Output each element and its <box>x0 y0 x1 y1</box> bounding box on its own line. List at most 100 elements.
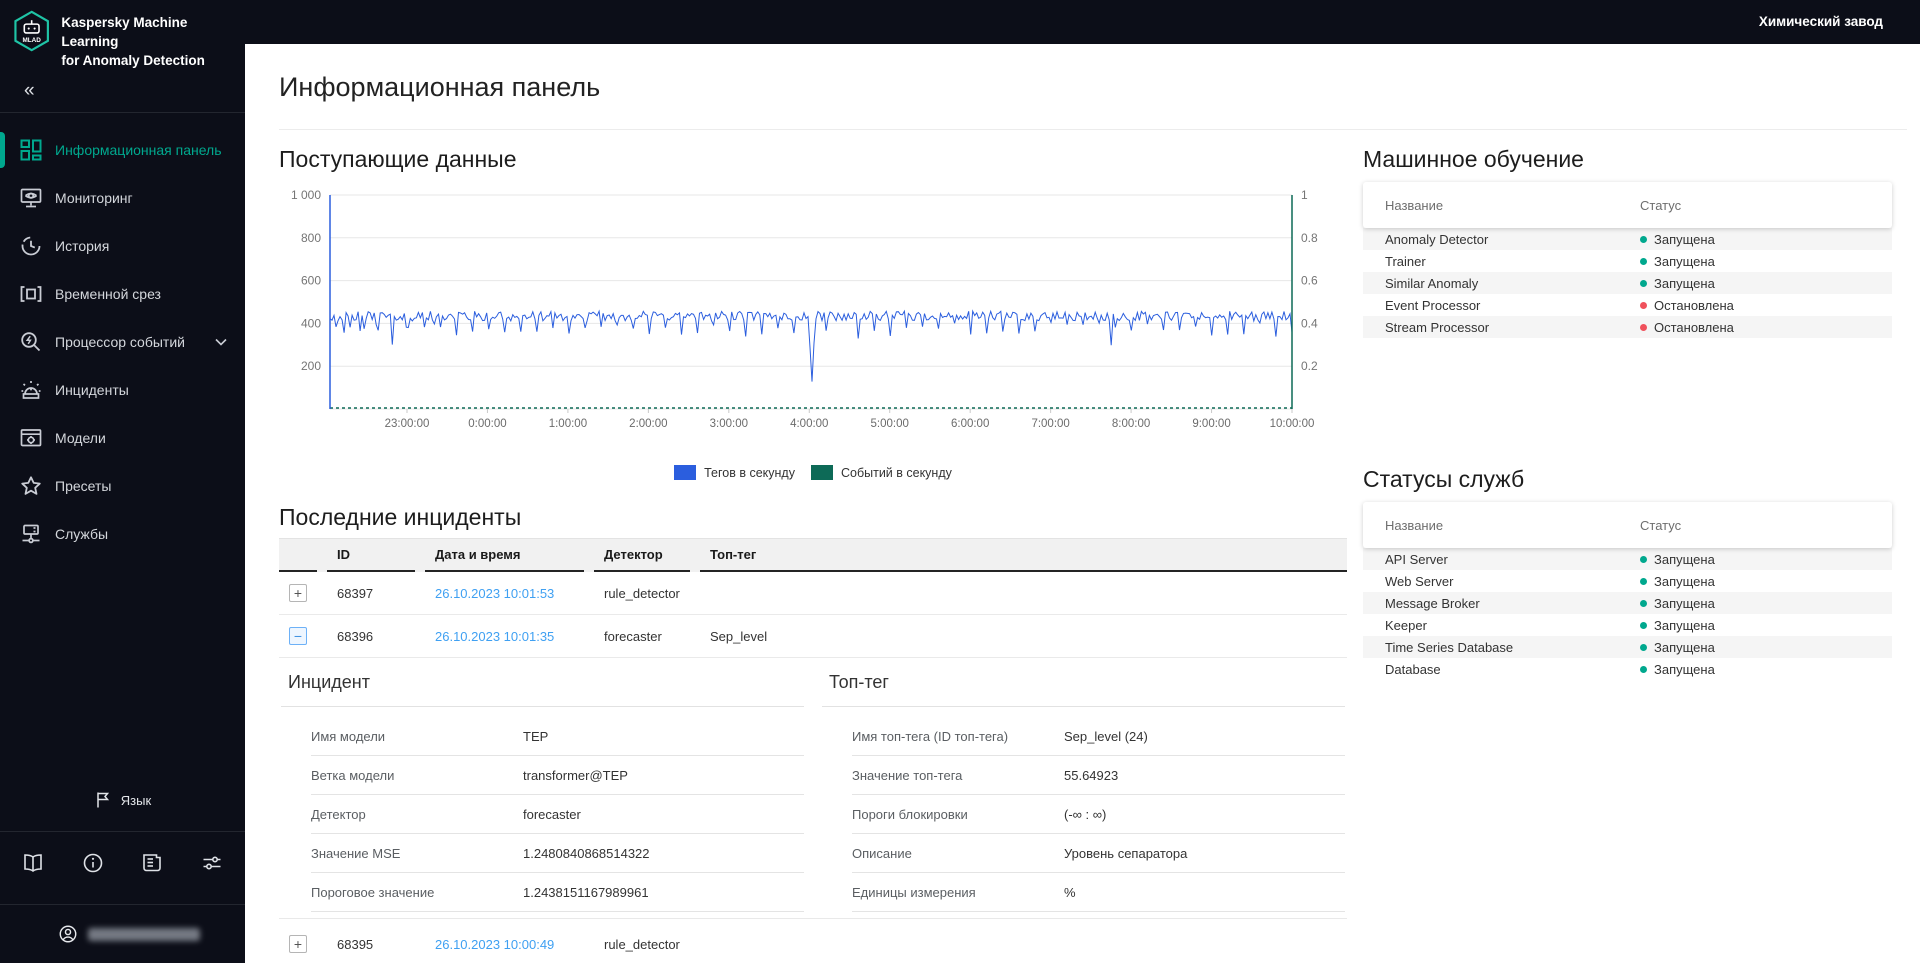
svg-text:23:00:00: 23:00:00 <box>385 418 430 430</box>
svg-text:1:00:00: 1:00:00 <box>549 418 587 430</box>
incident-id: 68396 <box>337 628 374 644</box>
account[interactable] <box>0 905 245 963</box>
svg-text:3:00:00: 3:00:00 <box>710 418 748 430</box>
sidebar-item-label: Процессор событий <box>55 334 185 350</box>
legend-item-events: Событий в секунду <box>810 465 952 480</box>
monitoring-icon <box>20 188 42 208</box>
sidebar-item-label: Пресеты <box>55 478 112 494</box>
news-icon[interactable] <box>141 852 163 874</box>
status-dot <box>1640 665 1647 673</box>
status-dot <box>1640 555 1647 563</box>
status-dot <box>1640 621 1647 629</box>
table-row: Keeper Запущена <box>1385 617 1715 633</box>
svg-text:0.6: 0.6 <box>1301 274 1318 288</box>
status-dot <box>1640 577 1647 585</box>
sidebar-item-label: История <box>55 238 110 254</box>
svg-text:0.2: 0.2 <box>1301 359 1318 373</box>
ml-title: Машинное обучение <box>1363 146 1584 172</box>
table-row: Trainer Запущена <box>1385 253 1715 269</box>
flag-icon <box>97 792 109 808</box>
sidebar-item-incidents[interactable]: Инциденты <box>0 366 245 414</box>
expand-button[interactable]: + <box>289 584 307 602</box>
incident-top-tag: Sep_level <box>710 628 768 644</box>
table-row: Similar Anomaly Запущена <box>1363 272 1892 294</box>
svg-text:8:00:00: 8:00:00 <box>1112 418 1150 430</box>
table-row: Message Broker Запущена <box>1363 592 1892 614</box>
sidebar-item-label: Инциденты <box>55 382 129 398</box>
status-dot <box>1640 643 1647 651</box>
services-table-rows: API Server Запущена Web Server Запущена … <box>1363 548 1892 680</box>
app-logo-block: MLAD Kaspersky Machine Learning for Anom… <box>0 0 245 70</box>
sidebar-item-dashboard[interactable]: Информационная панель <box>0 126 245 174</box>
sidebar-nav: Информационная панель Мониторинг История <box>0 126 245 558</box>
svg-text:5:00:00: 5:00:00 <box>871 418 909 430</box>
sidebar-item-label: Модели <box>55 430 106 446</box>
sidebar-item-presets[interactable]: Пресеты <box>0 462 245 510</box>
field-blocking-thresholds: Пороги блокировки (-∞ : ∞) <box>852 795 1345 834</box>
sidebar: MLAD Kaspersky Machine Learning for Anom… <box>0 0 245 963</box>
field-description: Описание Уровень сепаратора <box>852 834 1345 873</box>
sidebar-item-monitoring[interactable]: Мониторинг <box>0 174 245 222</box>
sidebar-item-time-slice[interactable]: Временной срез <box>0 270 245 318</box>
language-selector[interactable]: Язык <box>0 779 245 821</box>
incident-datetime-link[interactable]: 26.10.2023 10:00:49 <box>435 937 554 952</box>
chevron-down-icon <box>215 338 227 346</box>
incidents-header: ID Дата и время Детектор Топ-тег <box>279 538 1347 572</box>
table-row: Time Series Database Запущена <box>1363 636 1892 658</box>
incoming-data-section: Поступающие данные 1 000 800 600 400 200 1 0.8… <box>279 146 1347 480</box>
svg-text:800: 800 <box>301 231 321 245</box>
field-top-tag-name: Имя топ-тега (ID топ-тега) Sep_level (24… <box>852 717 1345 756</box>
field-model-branch: Ветка модели transformer@TEP <box>311 756 804 795</box>
field-units: Единицы измерения % <box>852 873 1345 912</box>
ml-table-rows: Anomaly Detector Запущена Trainer Запуще… <box>1363 228 1892 338</box>
svg-text:9:00:00: 9:00:00 <box>1192 418 1230 430</box>
incident-detector: rule_detector <box>604 936 680 952</box>
incident-id: 68395 <box>337 936 374 952</box>
info-icon[interactable] <box>82 852 104 874</box>
expand-button[interactable]: + <box>289 935 307 953</box>
incidents-title: Последние инциденты <box>279 504 522 530</box>
mlad-logo-icon: MLAD <box>14 10 49 52</box>
field-detector: Детектор forecaster <box>311 795 804 834</box>
field-model-name: Имя модели TEP <box>311 717 804 756</box>
col-datetime: Дата и время <box>425 539 584 572</box>
status-dot <box>1640 301 1647 309</box>
incident-datetime-link[interactable]: 26.10.2023 10:01:53 <box>435 586 554 601</box>
table-row: Web Server Запущена <box>1385 573 1715 589</box>
service-statuses-section: Статусы служб Название Статус API Server… <box>1363 466 1892 680</box>
app-title: Kaspersky Machine Learning for Anomaly D… <box>61 15 205 68</box>
svg-text:7:00:00: 7:00:00 <box>1031 418 1069 430</box>
help-book-icon[interactable] <box>22 852 44 874</box>
incident-datetime-link[interactable]: 26.10.2023 10:01:35 <box>435 629 554 644</box>
sidebar-item-event-processor[interactable]: Процессор событий <box>0 318 245 366</box>
field-threshold: Пороговое значение 1.2438151167989961 <box>311 873 804 912</box>
status-dot <box>1640 599 1647 607</box>
organization-label: Химический завод <box>1758 14 1883 29</box>
sidebar-collapse-button[interactable]: « <box>24 80 54 102</box>
main-content: Информационная панель Поступающие данные… <box>245 44 1920 963</box>
svg-text:6:00:00: 6:00:00 <box>951 418 989 430</box>
sidebar-divider <box>0 112 245 113</box>
sidebar-item-services[interactable]: Службы <box>0 510 245 558</box>
sidebar-item-history[interactable]: История <box>0 222 245 270</box>
incident-detail-panel: Инцидент Имя модели TEP Ветка модели tra… <box>279 658 1347 919</box>
history-icon <box>21 236 41 256</box>
status-dot <box>1640 323 1647 331</box>
status-dot <box>1640 279 1647 287</box>
time-slice-icon <box>20 286 42 302</box>
services-table-header: Название Статус <box>1363 502 1892 548</box>
chart-title: Поступающие данные <box>279 146 517 172</box>
collapse-button[interactable]: − <box>289 627 307 645</box>
incident-row: + 68397 26.10.2023 10:01:53 rule_detecto… <box>279 572 1347 615</box>
svg-text:10:00:00: 10:00:00 <box>1270 418 1315 430</box>
sidebar-item-models[interactable]: Модели <box>0 414 245 462</box>
incident-card-title: Инцидент <box>288 672 370 692</box>
col-id: ID <box>327 539 415 572</box>
svg-text:4:00:00: 4:00:00 <box>790 418 828 430</box>
settings-sliders-icon[interactable] <box>201 852 223 874</box>
account-email-redacted <box>88 927 200 941</box>
incident-row-expanded: − 68396 26.10.2023 10:01:35 forecaster S… <box>279 615 1347 658</box>
dashboard-icon <box>20 139 42 161</box>
status-dot <box>1640 235 1647 243</box>
services-title: Статусы служб <box>1363 466 1525 492</box>
